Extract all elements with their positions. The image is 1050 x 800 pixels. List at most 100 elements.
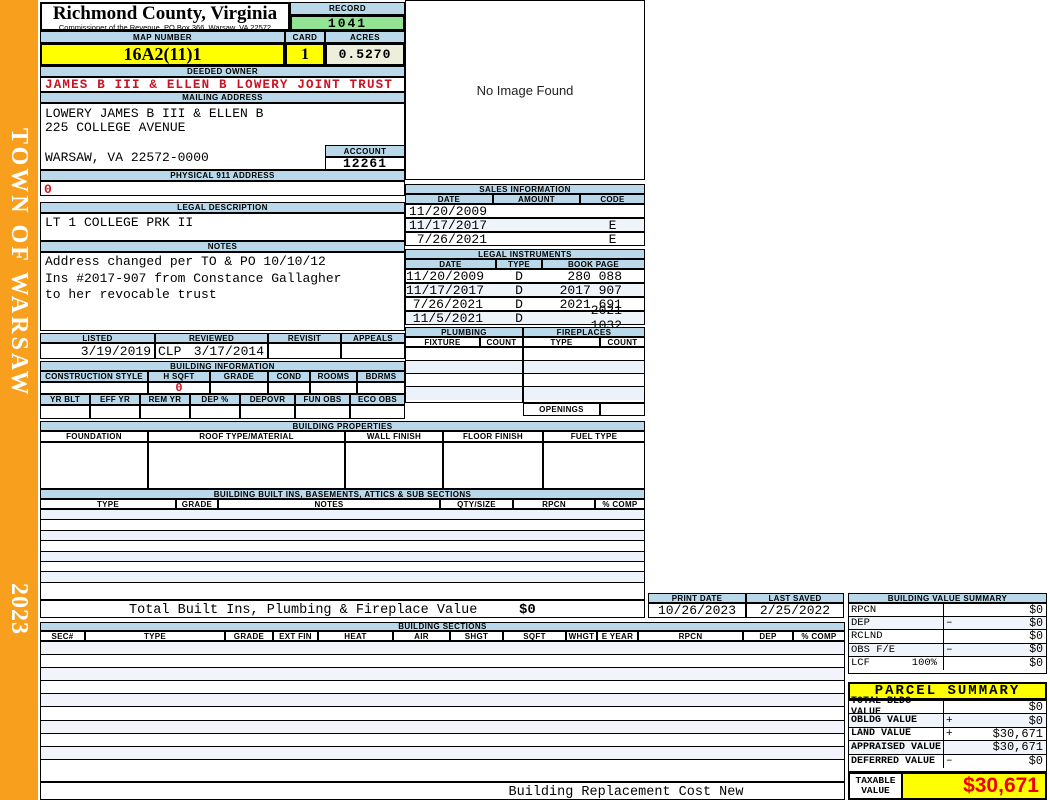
wall-finish-field[interactable] [345, 442, 443, 489]
mailing-address-header: MAILING ADDRESS [40, 92, 405, 103]
rem-yr-field[interactable] [140, 405, 190, 419]
parcel-row: LAND VALUE + $30,671 [849, 727, 1046, 742]
yr-blt-field[interactable] [40, 405, 90, 419]
openings-label-cell: OPENINGS [523, 403, 600, 416]
fuel-type-header: FUEL TYPE [543, 431, 645, 442]
parcel-name: TOTAL BLDG VALUE [849, 696, 944, 718]
print-date-header: PRINT DATE [648, 593, 746, 603]
parcel-row: TOTAL BLDG VALUE $0 [849, 696, 1046, 718]
taxable-value: $30,671 [963, 774, 1039, 797]
fuel-type-field[interactable] [543, 442, 645, 489]
parcel-name: DEFERRED VALUE [849, 754, 944, 768]
fireplace-count-header: COUNT [600, 337, 645, 347]
fireplace-row[interactable] [524, 348, 644, 361]
building-section-row[interactable] [41, 746, 844, 760]
fireplace-row[interactable] [524, 361, 644, 374]
builtin-row[interactable] [41, 530, 644, 542]
instrument-date: 11/5/2021 [412, 310, 483, 326]
dep-pct-field[interactable] [190, 405, 240, 419]
no-image-message: No Image Found [476, 82, 574, 98]
roof-header: ROOF TYPE/MATERIAL [148, 431, 345, 442]
builtin-row[interactable] [41, 561, 644, 573]
deeded-owner-field[interactable]: JAMES B III & ELLEN B LOWERY JOINT TRUST [40, 77, 405, 92]
building-section-row[interactable] [41, 694, 844, 708]
fireplace-row[interactable] [524, 374, 644, 387]
eff-yr-field[interactable] [90, 405, 140, 419]
builtin-grade-header: GRADE [176, 499, 218, 509]
instrument-date: 11/20/2009 [406, 268, 485, 284]
listed-date-field[interactable]: 3/19/2019 [40, 343, 155, 359]
foundation-field[interactable] [40, 442, 148, 489]
town-name-vertical-label: TOWN OF WARSAW [6, 128, 32, 398]
bvs-lcf-rate: 100% [911, 657, 937, 670]
bvs-name-lcf: LCF 100% [849, 656, 944, 670]
parcel-summary-table: TOTAL BLDG VALUE $0 OBLDG VALUE + $0 LAN… [848, 696, 1047, 772]
sec-shgt-header: SHGT [450, 631, 503, 641]
sec-heat-header: HEAT [318, 631, 393, 641]
county-title-box: Richmond County, Virginia Commissioner o… [40, 2, 290, 32]
plumbing-row[interactable] [406, 387, 522, 400]
h-sqft-field[interactable]: 0 [148, 381, 210, 395]
physical-911-field[interactable]: 0 [40, 181, 405, 197]
grade-header: GRADE [210, 371, 268, 382]
building-info-columns-row2: YR BLT EFF YR REM YR DEP % DEPOVR FUN OB… [40, 394, 405, 405]
plumbing-row[interactable] [406, 348, 522, 361]
builtin-row[interactable] [41, 551, 644, 562]
sales-row[interactable]: 11/20/2009 [405, 204, 645, 219]
building-section-row[interactable] [41, 642, 844, 656]
account-field[interactable]: 12261 [325, 156, 405, 171]
instrument-row[interactable]: 11/17/2017 D 2017 907 [405, 283, 645, 298]
record-value-field[interactable]: 1041 [290, 15, 405, 31]
sec-dep-header: DEP [743, 631, 793, 641]
fun-obs-field[interactable] [295, 405, 350, 419]
card-field[interactable]: 1 [285, 43, 325, 66]
grade-field[interactable] [210, 382, 268, 394]
building-sections-columns: SEC# TYPE GRADE EXT FIN HEAT AIR SHGT SQ… [40, 631, 845, 641]
instrument-row[interactable]: 11/5/2021 D 2021 1032 [405, 303, 645, 333]
building-replacement-label: Building Replacement Cost New [508, 785, 744, 800]
appeals-field[interactable] [341, 343, 405, 359]
floor-finish-field[interactable] [443, 442, 543, 489]
instruments-columns-row: DATE TYPE BOOK PAGE [405, 259, 645, 269]
sales-row[interactable]: 11/17/2017 E [405, 218, 645, 233]
builtin-row[interactable] [41, 510, 644, 521]
revisit-field[interactable] [268, 343, 341, 359]
building-section-row[interactable] [41, 760, 844, 773]
cond-field[interactable] [268, 382, 310, 394]
building-info-columns-row1: CONSTRUCTION STYLE H SQFT GRADE COND ROO… [40, 371, 405, 382]
fireplace-row[interactable] [524, 387, 644, 400]
rooms-field[interactable] [310, 382, 357, 394]
building-section-row[interactable] [41, 655, 844, 669]
plumbing-row[interactable] [406, 374, 522, 387]
builtin-row[interactable] [41, 541, 644, 552]
building-section-row[interactable] [41, 707, 844, 721]
builtin-row[interactable] [41, 520, 644, 531]
notes-field[interactable]: Address changed per TO & PO 10/10/12 Ins… [40, 252, 405, 331]
map-number-field[interactable]: 16A2(11)1 [40, 43, 285, 66]
depovr-field[interactable] [240, 405, 295, 419]
eco-obs-field[interactable] [350, 405, 405, 419]
built-ins-total-row: Total Built Ins, Plumbing & Fireplace Va… [40, 600, 645, 618]
sec-air-header: AIR [393, 631, 450, 641]
bdrms-field[interactable] [357, 382, 405, 394]
construction-style-field[interactable] [40, 382, 148, 394]
building-section-row[interactable] [41, 734, 844, 747]
plumbing-row[interactable] [406, 361, 522, 374]
building-section-row[interactable] [41, 668, 844, 682]
sec-rpcn-header: RPCN [638, 631, 743, 641]
roof-field[interactable] [148, 442, 345, 489]
building-properties-header: BUILDING PROPERTIES [40, 421, 645, 431]
legal-description-field[interactable]: LT 1 COLLEGE PRK II [40, 213, 405, 241]
building-section-row[interactable] [41, 720, 844, 734]
plumbing-header: PLUMBING [405, 327, 523, 337]
reviewed-field[interactable]: CLP 3/17/2014 [155, 343, 268, 359]
instrument-row[interactable]: 11/20/2009 D 280 088 [405, 268, 645, 284]
sec-whgt-header: WHGT [566, 631, 597, 641]
building-section-row[interactable] [41, 681, 844, 695]
sales-row[interactable]: 7/26/2021 E [405, 232, 645, 247]
acres-field[interactable]: 0.5270 [325, 43, 405, 66]
openings-value-cell[interactable] [600, 403, 645, 416]
builtin-row[interactable] [41, 582, 644, 594]
rem-yr-header: REM YR [140, 394, 190, 405]
builtin-row[interactable] [41, 572, 644, 583]
